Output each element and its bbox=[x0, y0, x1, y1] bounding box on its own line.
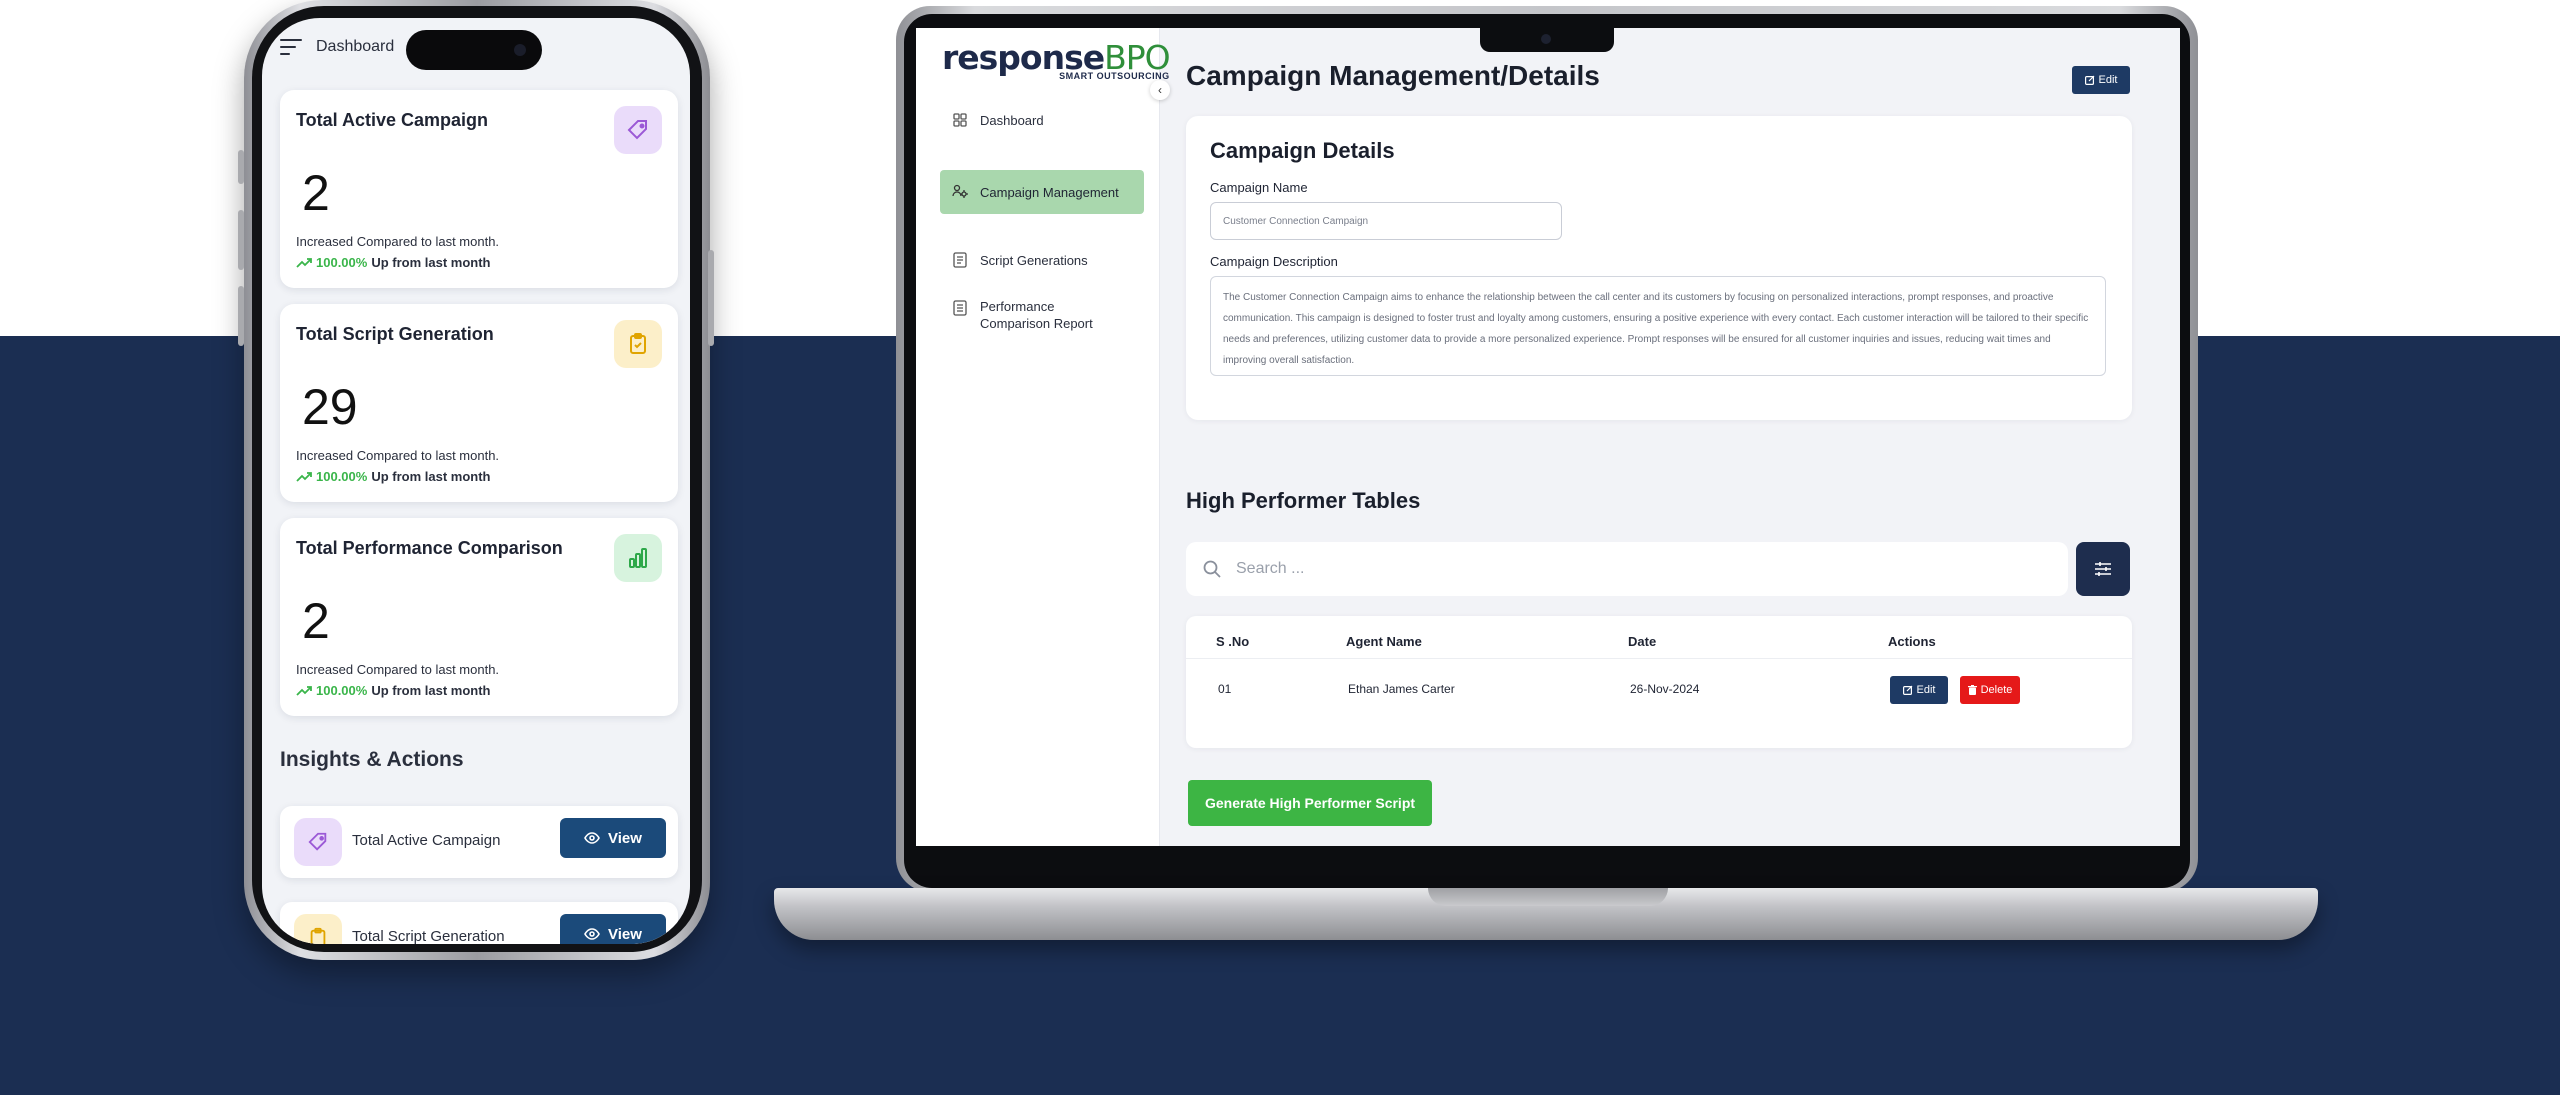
stat-value: 29 bbox=[302, 379, 358, 435]
column-header: Actions bbox=[1888, 634, 1936, 649]
stat-card-script-generation[interactable]: Total Script Generation 29 Increased Com… bbox=[280, 304, 678, 502]
trend-up-icon bbox=[296, 257, 312, 268]
cell-date: 26-Nov-2024 bbox=[1630, 682, 1700, 696]
grid-icon bbox=[952, 112, 968, 128]
eye-icon bbox=[584, 928, 600, 940]
phone-side-button bbox=[238, 150, 244, 184]
stat-title: Total Performance Comparison bbox=[296, 538, 563, 558]
insight-label: Total Script Generation bbox=[352, 928, 505, 944]
sidebar-item-label: Dashboard bbox=[980, 112, 1044, 128]
trash-icon bbox=[1967, 685, 1977, 695]
sidebar-item-script-generations[interactable]: Script Generations bbox=[940, 242, 1144, 278]
cell-agent-name: Ethan James Carter bbox=[1348, 682, 1455, 696]
chevron-left-icon[interactable]: ‹ bbox=[1150, 80, 1170, 100]
eye-icon bbox=[584, 832, 600, 844]
view-button[interactable]: View bbox=[560, 914, 666, 944]
sidebar: responseBPO SMART OUTSOURCING Dashboard … bbox=[916, 28, 1171, 846]
row-edit-label: Edit bbox=[1916, 684, 1936, 696]
sidebar-item-label: Campaign Management bbox=[980, 184, 1119, 200]
clipboard-icon bbox=[614, 320, 662, 368]
stat-trend: 100.00% Up from last month bbox=[296, 469, 491, 484]
stat-note: Increased Compared to last month. bbox=[296, 662, 500, 677]
document-icon bbox=[952, 252, 968, 268]
search-icon bbox=[1203, 560, 1221, 578]
edit-button[interactable]: Edit bbox=[2072, 66, 2130, 94]
stat-note: Increased Compared to last month. bbox=[296, 448, 500, 463]
dynamic-island bbox=[406, 30, 542, 70]
phone-side-button bbox=[238, 210, 244, 270]
cell-sno: 01 bbox=[1218, 682, 1232, 696]
stat-percent: 100.00% bbox=[316, 683, 368, 698]
search-input[interactable]: Search ... bbox=[1186, 542, 2068, 596]
stat-trend: 100.00% Up from last month bbox=[296, 683, 491, 698]
page-title: Campaign Management/Details bbox=[1186, 60, 1600, 91]
sidebar-item-label: Script Generations bbox=[980, 252, 1088, 268]
stat-percent: 100.00% bbox=[316, 255, 368, 270]
insight-row: Total Script Generation View bbox=[280, 902, 678, 944]
card-title: Campaign Details bbox=[1210, 138, 1395, 163]
stat-trend-text: Up from last month bbox=[371, 683, 491, 698]
laptop-camera-notch bbox=[1480, 28, 1614, 52]
view-button-label: View bbox=[608, 925, 642, 943]
field-label: Campaign Name bbox=[1210, 180, 1308, 195]
stat-value: 2 bbox=[302, 593, 330, 649]
stat-card-active-campaign[interactable]: Total Active Campaign 2 Increased Compar… bbox=[280, 90, 678, 288]
campaign-icon bbox=[952, 184, 968, 200]
insight-label: Total Active Campaign bbox=[352, 832, 501, 849]
campaign-name-field[interactable]: Customer Connection Campaign bbox=[1210, 202, 1562, 240]
edit-button-label: Edit bbox=[2098, 74, 2118, 86]
trend-up-icon bbox=[296, 471, 312, 482]
sidebar-item-performance-report[interactable]: Performance Comparison Report bbox=[940, 298, 1144, 348]
view-button-label: View bbox=[608, 829, 642, 847]
menu-icon[interactable] bbox=[280, 39, 302, 55]
row-edit-button[interactable]: Edit bbox=[1890, 676, 1948, 704]
tag-icon bbox=[294, 818, 342, 866]
stat-value: 2 bbox=[302, 165, 330, 221]
view-button[interactable]: View bbox=[560, 818, 666, 858]
clipboard-icon bbox=[294, 914, 342, 944]
tag-icon bbox=[614, 106, 662, 154]
search-placeholder: Search ... bbox=[1236, 560, 1305, 577]
laptop-trackpad-notch bbox=[1428, 888, 1668, 906]
sidebar-item-dashboard[interactable]: Dashboard bbox=[940, 102, 1144, 138]
sidebar-item-label: Performance Comparison Report bbox=[980, 299, 1093, 331]
laptop-screen: responseBPO SMART OUTSOURCING Dashboard … bbox=[916, 28, 2180, 846]
generate-script-button[interactable]: Generate High Performer Script bbox=[1188, 780, 1432, 826]
high-performer-table: S .No Agent Name Date Actions 01 Ethan J… bbox=[1186, 616, 2132, 748]
divider bbox=[1186, 658, 2132, 659]
edit-icon bbox=[2084, 75, 2094, 85]
edit-icon bbox=[1902, 685, 1912, 695]
phone-page-title: Dashboard bbox=[316, 38, 395, 55]
stat-trend: 100.00% Up from last month bbox=[296, 255, 491, 270]
phone-side-button bbox=[708, 250, 714, 346]
filter-button[interactable] bbox=[2076, 542, 2130, 596]
brand-logo[interactable]: responseBPO SMART OUTSOURCING bbox=[942, 38, 1171, 81]
sliders-icon bbox=[2095, 562, 2111, 576]
row-delete-label: Delete bbox=[1980, 684, 2013, 696]
column-header: S .No bbox=[1216, 634, 1250, 649]
insights-heading: Insights & Actions bbox=[280, 748, 464, 771]
stat-trend-text: Up from last month bbox=[371, 469, 491, 484]
phone-header: Dashboard bbox=[280, 32, 394, 62]
stat-percent: 100.00% bbox=[316, 469, 368, 484]
insight-row: Total Active Campaign View bbox=[280, 806, 678, 878]
report-icon bbox=[952, 300, 968, 316]
column-header: Date bbox=[1628, 634, 1657, 649]
phone-screen: Dashboard Total Active Campaign 2 Increa… bbox=[262, 18, 690, 944]
field-label: Campaign Description bbox=[1210, 254, 1338, 269]
campaign-description-field[interactable]: The Customer Connection Campaign aims to… bbox=[1210, 276, 2106, 376]
stat-trend-text: Up from last month bbox=[371, 255, 491, 270]
stat-title: Total Script Generation bbox=[296, 324, 494, 344]
campaign-details-card: Campaign Details Campaign Name Customer … bbox=[1186, 116, 2132, 420]
stat-note: Increased Compared to last month. bbox=[296, 234, 500, 249]
stat-card-performance-comparison[interactable]: Total Performance Comparison 2 Increased… bbox=[280, 518, 678, 716]
stat-title: Total Active Campaign bbox=[296, 110, 489, 130]
phone-side-button bbox=[238, 286, 244, 346]
sidebar-item-campaign-management[interactable]: Campaign Management bbox=[940, 170, 1144, 214]
trend-up-icon bbox=[296, 685, 312, 696]
section-title: High Performer Tables bbox=[1186, 488, 1421, 513]
row-delete-button[interactable]: Delete bbox=[1960, 676, 2020, 704]
column-header: Agent Name bbox=[1346, 634, 1422, 649]
bar-chart-icon bbox=[614, 534, 662, 582]
